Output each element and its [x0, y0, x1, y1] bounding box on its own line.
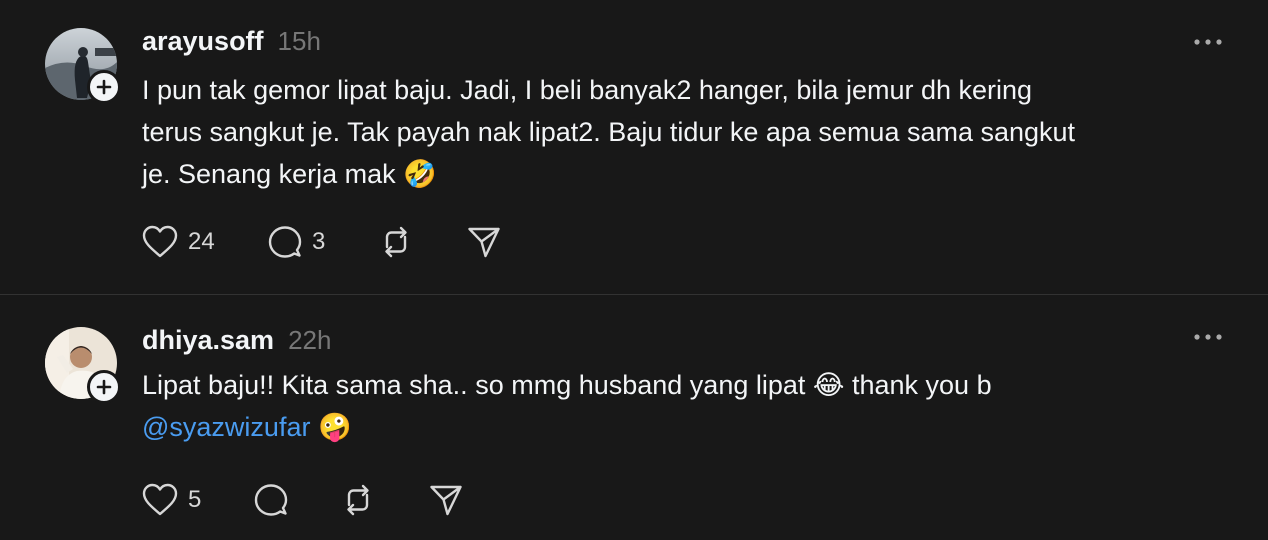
share-button[interactable]: [467, 222, 501, 262]
like-count: 24: [188, 228, 215, 255]
heart-icon: [142, 225, 178, 258]
heart-icon: [142, 483, 178, 516]
post-header: dhiya.sam 22h: [142, 325, 331, 356]
share-send-icon: [468, 227, 500, 258]
follow-button[interactable]: [87, 370, 121, 404]
more-horizontal-icon: [1194, 39, 1222, 45]
post-text-line: Lipat baju!! Kita sama sha.. so mmg husb…: [142, 364, 1222, 406]
post-arayusoff: arayusoff 15h I pun tak gemor lipat baju…: [0, 0, 1268, 294]
repost-icon: [347, 484, 369, 516]
laughing-emoji: 🤣: [403, 159, 437, 189]
post-text-fragment: Lipat baju!! Kita sama sha.. so mmg husb…: [142, 370, 806, 400]
username[interactable]: dhiya.sam: [142, 325, 274, 356]
plus-icon: [96, 79, 112, 95]
post-text-line: terus sangkut je. Tak payah nak lipat2. …: [142, 117, 1076, 147]
timestamp[interactable]: 22h: [288, 325, 331, 356]
post-text-fragment: je. Senang kerja mak: [142, 159, 396, 189]
mention-link[interactable]: @syazwizufar: [142, 412, 310, 442]
username[interactable]: arayusoff: [142, 26, 264, 57]
post-text-line: je. Senang kerja mak 🤣: [142, 153, 1222, 195]
repost-button[interactable]: [341, 480, 375, 520]
post-text-line: @syazwizufar 🤪: [142, 406, 1222, 448]
post-text-line: I pun tak gemor lipat baju. Jadi, I beli…: [142, 75, 1033, 105]
post-header: arayusoff 15h: [142, 26, 321, 57]
follow-button[interactable]: [87, 70, 121, 104]
reply-count: 3: [312, 228, 326, 255]
share-send-icon: [430, 485, 462, 516]
comment-icon: [268, 226, 302, 258]
like-button[interactable]: 5: [142, 480, 201, 520]
share-button[interactable]: [429, 480, 463, 520]
reply-button[interactable]: 3: [268, 222, 325, 262]
repost-icon: [385, 226, 407, 258]
repost-button[interactable]: [379, 222, 413, 262]
more-options-button[interactable]: [1190, 327, 1226, 347]
post-text-fragment: thank you b: [851, 370, 992, 400]
plus-icon: [96, 379, 112, 395]
like-count: 5: [188, 486, 202, 513]
more-options-button[interactable]: [1190, 32, 1226, 52]
zany-face-emoji: 🤪: [317, 412, 352, 442]
like-button[interactable]: 24: [142, 222, 215, 262]
post-dhiya-sam: dhiya.sam 22h Lipat baju!! Kita sama sha…: [0, 295, 1268, 540]
more-horizontal-icon: [1194, 334, 1222, 340]
post-text: I pun tak gemor lipat baju. Jadi, I beli…: [142, 69, 1222, 195]
reply-button[interactable]: [254, 480, 288, 520]
post-text: Lipat baju!! Kita sama sha.. so mmg husb…: [142, 364, 1222, 448]
timestamp[interactable]: 15h: [278, 26, 321, 57]
comment-icon: [254, 484, 288, 516]
tears-of-joy-emoji: 😂: [812, 370, 845, 400]
